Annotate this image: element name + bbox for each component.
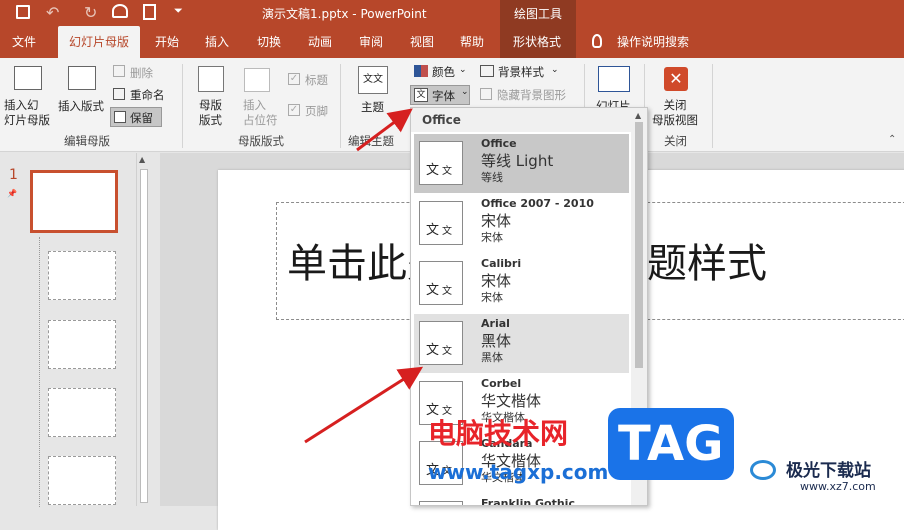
watermark-site-cn: 电脑技术网 (428, 417, 569, 450)
arrow-to-fonts (356, 108, 413, 152)
watermark-jg-name: 极光下载站 (786, 461, 871, 481)
jg-logo-icon (750, 460, 776, 480)
tag-logo-text: TAG (618, 416, 724, 472)
watermark-tag-logo: TAG (608, 408, 734, 480)
watermark-jg-url: www.xz7.com (800, 480, 876, 493)
watermark-site-url: www.tagxp.com (428, 460, 609, 484)
arrow-to-arial (304, 366, 424, 444)
